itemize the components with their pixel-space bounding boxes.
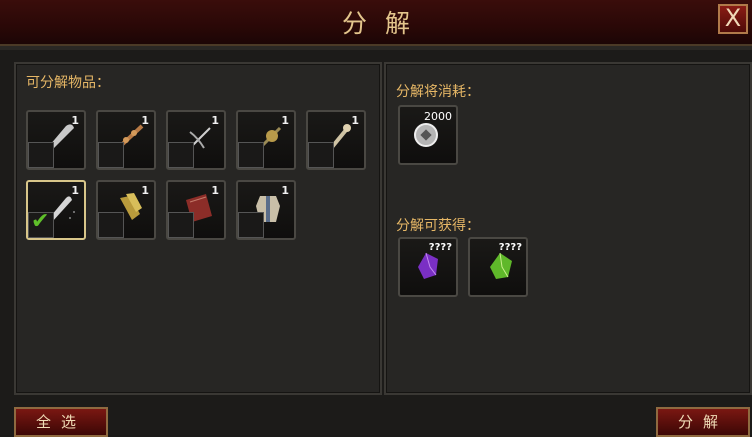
item-count: 1	[141, 184, 149, 197]
window-title: 分解	[341, 9, 428, 38]
select-all-button[interactable]: 全选	[14, 407, 108, 437]
item-checkbox[interactable]	[238, 212, 264, 238]
item-count: 1	[281, 114, 289, 127]
item-count: 1	[211, 114, 219, 127]
gain-amount: ????	[428, 242, 452, 253]
title-bar: 分解 X	[0, 0, 752, 46]
item-slot-golden-boots[interactable]: 1	[96, 180, 156, 240]
item-slot-bone-spear[interactable]: 1	[96, 110, 156, 170]
decompose-window: 分解 X 可分解物品： 1 1 1 1 1 1 ✔ 1 1 1 分解将消耗： 2…	[0, 0, 752, 437]
gain-amount: ????	[498, 242, 522, 253]
item-checkbox[interactable]	[168, 212, 194, 238]
decomposable-items-panel: 可分解物品： 1 1 1 1 1 1 ✔ 1 1 1	[14, 62, 382, 395]
item-checkbox[interactable]	[238, 142, 264, 168]
item-slot-dark-scythe[interactable]: 1 ✔	[26, 180, 86, 240]
item-slot-torch-club[interactable]: 1	[306, 110, 366, 170]
item-count: 1	[211, 184, 219, 197]
item-slot-red-tome[interactable]: 1	[166, 180, 226, 240]
item-slot-hook-staff[interactable]: 1	[166, 110, 226, 170]
gain-slot-purple-crystal[interactable]: ????	[398, 237, 458, 297]
item-count: 1	[281, 184, 289, 197]
item-checkbox[interactable]	[168, 142, 194, 168]
cost-amount: 2000	[424, 110, 452, 123]
item-checkbox[interactable]	[98, 212, 124, 238]
item-slot-gold-flail[interactable]: 1	[236, 110, 296, 170]
item-checkbox[interactable]	[98, 142, 124, 168]
item-slot-robe-armor[interactable]: 1	[236, 180, 296, 240]
item-count: 1	[71, 184, 79, 197]
item-slot-scythe-blade[interactable]: 1	[26, 110, 86, 170]
close-button[interactable]: X	[718, 4, 748, 34]
gain-heading: 分解可获得：	[396, 218, 480, 234]
item-count: 1	[141, 114, 149, 127]
decompose-result-panel: 分解将消耗： 2000 分解可获得： ???? ????	[384, 62, 752, 395]
decomposable-items-heading: 可分解物品：	[26, 75, 110, 91]
item-count: 1	[71, 114, 79, 127]
item-checkbox[interactable]	[28, 142, 54, 168]
item-checkbox[interactable]	[308, 142, 334, 168]
item-checkbox-checked[interactable]: ✔	[28, 209, 54, 238]
checkmark-icon: ✔	[31, 209, 50, 234]
cost-heading: 分解将消耗：	[396, 84, 480, 100]
title-divider	[0, 46, 752, 50]
decompose-button[interactable]: 分解	[656, 407, 750, 437]
cost-slot: 2000	[398, 105, 458, 165]
gain-slot-green-gem[interactable]: ????	[468, 237, 528, 297]
item-count: 1	[351, 114, 359, 127]
